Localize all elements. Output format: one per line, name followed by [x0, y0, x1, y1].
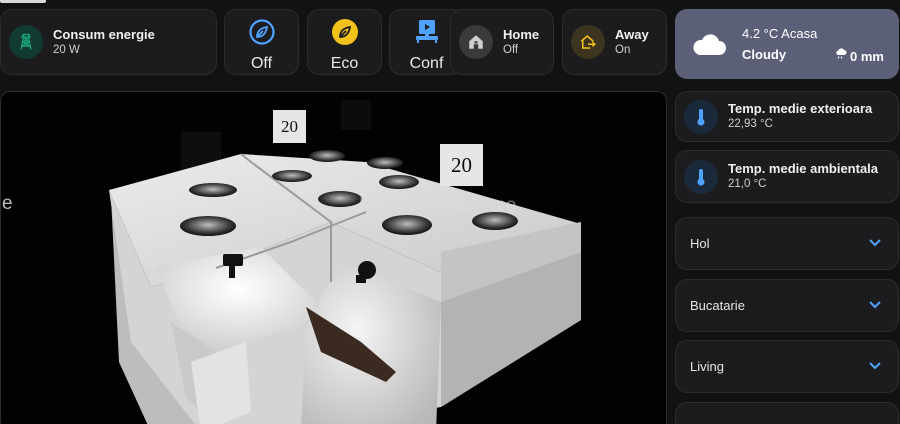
- room-label: Hol: [690, 236, 710, 251]
- sensor-value: 22,93 °C: [728, 118, 773, 130]
- room-expander-hol[interactable]: Hol: [675, 217, 899, 270]
- mode-eco-button[interactable]: Eco: [307, 9, 382, 75]
- home-title: Home: [503, 26, 540, 42]
- sofa-monitor-icon: [413, 18, 441, 51]
- energy-title: Consum energie: [53, 26, 155, 42]
- home-export-icon: [571, 25, 605, 59]
- home-icon: [459, 25, 493, 59]
- mode-off-button[interactable]: Off: [224, 9, 299, 75]
- home-state: Off: [503, 43, 519, 56]
- leaf-icon: [331, 18, 359, 51]
- transmission-tower-icon: [9, 25, 43, 59]
- thermostat-label-right[interactable]: 20: [440, 144, 483, 186]
- mode-conf-label: Conf: [409, 55, 444, 72]
- away-title: Away: [615, 26, 649, 42]
- floorplan-left-edge-text: e: [2, 193, 13, 214]
- room-expander-living[interactable]: Living: [675, 340, 899, 393]
- room-expander-bucatarie[interactable]: Bucatarie: [675, 279, 899, 332]
- floorplan-title: Deutter Residence: [359, 195, 517, 216]
- sensor-title: Temp. medie ambientala: [728, 161, 879, 176]
- room-expander-partial[interactable]: [675, 402, 899, 424]
- rain-cloud-icon: [835, 47, 847, 65]
- mode-eco-label: Eco: [330, 55, 359, 72]
- sensor-value: 21,0 °C: [728, 178, 767, 190]
- room-label: Living: [690, 359, 724, 374]
- energy-value: 20 W: [53, 43, 80, 56]
- home-tile[interactable]: Home Off: [450, 9, 554, 75]
- chevron-down-icon[interactable]: [868, 235, 882, 253]
- leaf-off-icon: [248, 18, 276, 51]
- top-tab-indicator: [0, 0, 46, 3]
- energy-consumption-tile[interactable]: Consum energie 20 W: [0, 9, 217, 75]
- weather-precipitation: 0 mm: [850, 48, 884, 64]
- sensor-card-ambient-temp[interactable]: Temp. medie ambientala 21,0 °C: [675, 150, 899, 203]
- floorplan-panel[interactable]: e D Deutter Residence 20 20: [0, 91, 667, 424]
- mode-off-label: Off: [250, 55, 273, 72]
- weather-condition: Cloudy: [742, 47, 787, 62]
- sensor-title: Temp. medie exterioara: [728, 101, 873, 116]
- weather-temp-location: 4.2 °C Acasa: [742, 26, 818, 41]
- thermometer-icon: [684, 99, 718, 134]
- away-tile[interactable]: Away On: [562, 9, 667, 75]
- chevron-down-icon[interactable]: [868, 297, 882, 315]
- cloud-icon: [691, 31, 727, 62]
- away-state: On: [615, 43, 631, 56]
- room-label: Bucatarie: [690, 298, 745, 313]
- chevron-down-icon[interactable]: [868, 358, 882, 376]
- sensor-card-exterior-temp[interactable]: Temp. medie exterioara 22,93 °C: [675, 91, 899, 142]
- weather-card[interactable]: 4.2 °C Acasa Cloudy 0 mm: [675, 9, 899, 79]
- thermometer-icon: [684, 159, 718, 194]
- floorplan-3d-render: [1, 92, 581, 424]
- thermostat-label-left[interactable]: 20: [273, 110, 306, 143]
